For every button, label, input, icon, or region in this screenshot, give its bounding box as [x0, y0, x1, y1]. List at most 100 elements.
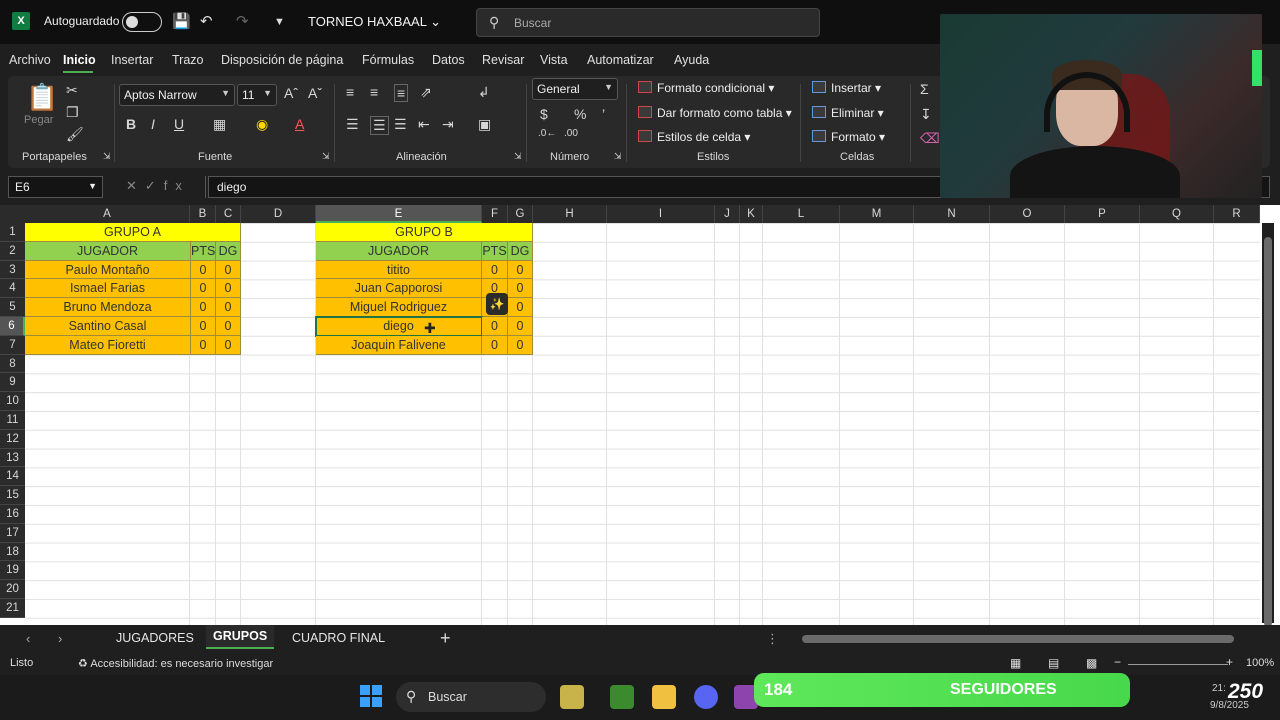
font-color-icon[interactable]: A: [295, 116, 304, 132]
cut-icon[interactable]: ✂: [66, 82, 78, 99]
conditional-format-button[interactable]: Formato condicional ▾: [638, 81, 774, 95]
group-b-title[interactable]: GRUPO B: [316, 223, 533, 242]
autosave-toggle[interactable]: [122, 12, 162, 32]
format-as-table-button[interactable]: Dar formato como tabla ▾: [638, 106, 792, 120]
font-name-dropdown[interactable]: Aptos Narrow ▼: [119, 84, 235, 106]
tab-options-icon[interactable]: ⋮: [766, 631, 779, 647]
row-header-2[interactable]: 2: [0, 241, 25, 261]
format-painter-icon[interactable]: 🖌: [66, 126, 84, 143]
group-a-dg-cell[interactable]: 0: [216, 335, 241, 355]
row-header-9[interactable]: 9: [0, 373, 25, 393]
column-header-n[interactable]: N: [914, 205, 990, 223]
zoom-in-icon[interactable]: +: [1226, 655, 1233, 669]
group-a-dg-cell[interactable]: 0: [216, 279, 241, 299]
accessibility-status[interactable]: ♻ Accesibilidad: es necesario investigar: [78, 657, 273, 670]
fill-color-icon[interactable]: ◉: [256, 116, 268, 133]
format-cells-button[interactable]: Formato ▾: [812, 130, 885, 144]
align-right-icon[interactable]: ☰: [394, 116, 407, 133]
row-header-6[interactable]: 6: [0, 317, 25, 336]
font-launcher-icon[interactable]: ⇲: [322, 151, 330, 162]
row-header-19[interactable]: 19: [0, 561, 25, 581]
column-header-j[interactable]: J: [715, 205, 740, 223]
column-header-q[interactable]: Q: [1140, 205, 1214, 223]
copy-icon[interactable]: ❐: [66, 104, 79, 121]
normal-view-icon[interactable]: ▦: [1010, 656, 1021, 670]
decrease-decimal-icon[interactable]: .00: [564, 128, 578, 139]
group-a-pts-cell[interactable]: 0: [191, 317, 216, 336]
number-launcher-icon[interactable]: ⇲: [614, 151, 622, 162]
group-a-header-dg[interactable]: DG: [216, 241, 241, 261]
autosum-icon[interactable]: Σ: [920, 81, 929, 97]
column-header-a[interactable]: A: [25, 205, 190, 223]
column-header-c[interactable]: C: [216, 205, 241, 223]
discord-icon[interactable]: [694, 685, 718, 709]
zoom-level[interactable]: 100%: [1246, 657, 1274, 669]
paste-icon[interactable]: 📋: [26, 82, 58, 113]
group-b-dg-cell[interactable]: 0: [508, 317, 533, 336]
windows-start-icon[interactable]: [360, 685, 382, 707]
group-b-dg-cell[interactable]: 0: [508, 279, 533, 299]
menu-datos[interactable]: Datos: [432, 53, 465, 67]
align-left-icon[interactable]: ☰: [346, 116, 359, 133]
group-a-dg-cell[interactable]: 0: [216, 317, 241, 336]
group-a-pts-cell[interactable]: 0: [191, 298, 216, 317]
add-sheet-icon[interactable]: +: [440, 628, 451, 649]
group-a-player-cell[interactable]: Mateo Fioretti: [25, 335, 191, 355]
row-header-12[interactable]: 12: [0, 429, 25, 449]
row-header-7[interactable]: 7: [0, 335, 25, 355]
paste-label[interactable]: Pegar: [24, 114, 53, 126]
zoom-slider[interactable]: [1128, 664, 1228, 665]
clipboard-launcher-icon[interactable]: ⇲: [103, 151, 111, 162]
prev-sheet-icon[interactable]: ‹: [26, 631, 30, 646]
group-b-pts-cell[interactable]: 0: [482, 317, 508, 336]
comma-style-icon[interactable]: ’: [602, 106, 605, 122]
fill-icon[interactable]: ↧: [920, 106, 932, 123]
menu-automatizar[interactable]: Automatizar: [587, 53, 654, 67]
next-sheet-icon[interactable]: ›: [58, 631, 62, 646]
menu-ayuda[interactable]: Ayuda: [674, 53, 709, 67]
group-b-dg-cell[interactable]: 0: [508, 335, 533, 355]
increase-decimal-icon[interactable]: .0←: [538, 128, 556, 139]
quick-analysis-icon[interactable]: ✨: [486, 293, 508, 315]
row-header-20[interactable]: 20: [0, 580, 25, 599]
row-header-13[interactable]: 13: [0, 448, 25, 468]
group-b-pts-cell[interactable]: 0: [482, 260, 508, 280]
column-header-b[interactable]: B: [190, 205, 216, 223]
number-format-dropdown[interactable]: General ▼: [532, 78, 618, 100]
column-header-r[interactable]: R: [1214, 205, 1260, 223]
menu-formulas[interactable]: Fórmulas: [362, 53, 414, 67]
group-a-player-cell[interactable]: Paulo Montaño: [25, 260, 191, 280]
percent-icon[interactable]: %: [574, 106, 586, 122]
row-header-11[interactable]: 11: [0, 411, 25, 430]
wrap-text-icon[interactable]: ↲: [478, 84, 490, 101]
search-box[interactable]: ⚲ Buscar: [476, 8, 820, 37]
group-b-player-cell[interactable]: Juan Capporosi: [316, 279, 482, 299]
page-layout-icon[interactable]: ▤: [1048, 656, 1059, 670]
group-b-player-cell[interactable]: titito: [316, 260, 482, 280]
menu-inicio[interactable]: Inicio: [63, 53, 96, 67]
menu-trazo[interactable]: Trazo: [172, 53, 204, 67]
row-header-16[interactable]: 16: [0, 505, 25, 524]
menu-archivo[interactable]: Archivo: [9, 53, 51, 67]
column-header-d[interactable]: D: [241, 205, 316, 223]
column-header-e[interactable]: E: [316, 205, 482, 223]
row-header-8[interactable]: 8: [0, 354, 25, 374]
column-header-o[interactable]: O: [990, 205, 1065, 223]
italic-icon[interactable]: I: [151, 116, 155, 132]
save-icon[interactable]: 💾: [172, 12, 191, 30]
sheet-tab-grupos[interactable]: GRUPOS: [213, 629, 267, 643]
group-b-pts-cell[interactable]: 0: [482, 335, 508, 355]
group-a-header-pts[interactable]: PTS: [191, 241, 216, 261]
group-a-dg-cell[interactable]: 0: [216, 298, 241, 317]
group-a-pts-cell[interactable]: 0: [191, 279, 216, 299]
undo-icon[interactable]: ↶: [200, 12, 213, 30]
align-center-icon[interactable]: ☰: [370, 116, 389, 135]
group-b-header-pts[interactable]: PTS: [482, 241, 508, 261]
column-header-p[interactable]: P: [1065, 205, 1140, 223]
increase-indent-icon[interactable]: ⇥: [442, 116, 454, 133]
group-b-dg-cell[interactable]: 0: [508, 260, 533, 280]
group-a-dg-cell[interactable]: 0: [216, 260, 241, 280]
customize-toolbar-icon[interactable]: ▼: [274, 16, 285, 28]
row-header-4[interactable]: 4: [0, 279, 25, 299]
row-header-18[interactable]: 18: [0, 542, 25, 562]
